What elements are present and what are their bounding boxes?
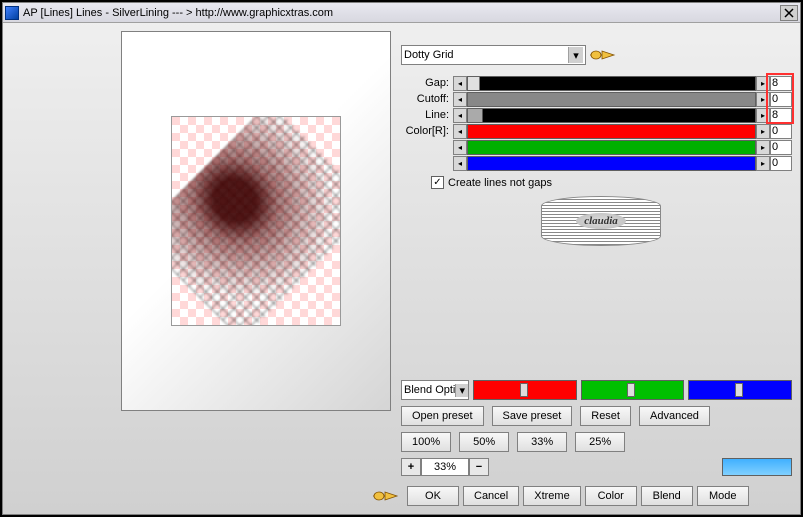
logo-text: claudia xyxy=(576,213,626,229)
highlight-box xyxy=(766,73,794,124)
colorr-increment[interactable]: ▸ xyxy=(756,124,770,139)
blend-option-dropdown[interactable]: Blend Opti ▾ xyxy=(401,380,469,400)
blend-button[interactable]: Blend xyxy=(641,486,693,506)
zoom-in-button[interactable]: + xyxy=(401,458,421,476)
color-button[interactable]: Color xyxy=(585,486,637,506)
zoom-25-button[interactable]: 25% xyxy=(575,432,625,452)
body: Dotty Grid ▾ Gap: ◂ ▸ 8 Cutoff: xyxy=(3,23,800,514)
colorr-decrement[interactable]: ◂ xyxy=(453,124,467,139)
create-lines-checkbox[interactable]: ✓ xyxy=(431,176,444,189)
zoom-50-button[interactable]: 50% xyxy=(459,432,509,452)
colorb-decrement[interactable]: ◂ xyxy=(453,156,467,171)
controls-panel: Dotty Grid ▾ Gap: ◂ ▸ 8 Cutoff: xyxy=(401,31,792,506)
colorr-label: Color[R]: xyxy=(401,125,453,137)
titlebar: AP [Lines] Lines - SilverLining --- > ht… xyxy=(3,3,800,23)
color-swatch[interactable] xyxy=(722,458,792,476)
open-preset-button[interactable]: Open preset xyxy=(401,406,484,426)
window-title: AP [Lines] Lines - SilverLining --- > ht… xyxy=(23,7,780,19)
cutoff-label: Cutoff: xyxy=(401,93,453,105)
pointer-icon xyxy=(371,486,399,506)
blend-option-value: Blend Opti xyxy=(404,384,455,396)
cutoff-decrement[interactable]: ◂ xyxy=(453,92,467,107)
colorg-slider[interactable] xyxy=(467,140,756,155)
reset-button[interactable]: Reset xyxy=(580,406,631,426)
colorg-value[interactable]: 0 xyxy=(770,140,792,155)
red-mix-slider[interactable] xyxy=(473,380,577,400)
gap-label: Gap: xyxy=(401,77,453,89)
create-lines-label: Create lines not gaps xyxy=(448,177,552,189)
colorb-increment[interactable]: ▸ xyxy=(756,156,770,171)
colorr-value[interactable]: 0 xyxy=(770,124,792,139)
cancel-button[interactable]: Cancel xyxy=(463,486,519,506)
line-label: Line: xyxy=(401,109,453,121)
ok-button[interactable]: OK xyxy=(407,486,459,506)
colorb-value[interactable]: 0 xyxy=(770,156,792,171)
advanced-button[interactable]: Advanced xyxy=(639,406,710,426)
app-window: AP [Lines] Lines - SilverLining --- > ht… xyxy=(2,2,801,515)
dropdown-value: Dotty Grid xyxy=(404,49,454,61)
chevron-down-icon: ▾ xyxy=(455,384,468,397)
claudia-logo: claudia xyxy=(541,196,661,246)
save-preset-button[interactable]: Save preset xyxy=(492,406,573,426)
gap-decrement[interactable]: ◂ xyxy=(453,76,467,91)
app-icon xyxy=(5,6,19,20)
chevron-down-icon: ▾ xyxy=(568,47,583,63)
colorg-increment[interactable]: ▸ xyxy=(756,140,770,155)
mode-button[interactable]: Mode xyxy=(697,486,749,506)
zoom-33-button[interactable]: 33% xyxy=(517,432,567,452)
zoom-out-button[interactable]: − xyxy=(469,458,489,476)
colorg-decrement[interactable]: ◂ xyxy=(453,140,467,155)
line-decrement[interactable]: ◂ xyxy=(453,108,467,123)
pointer-icon xyxy=(588,45,616,65)
colorb-slider[interactable] xyxy=(467,156,756,171)
zoom-100-button[interactable]: 100% xyxy=(401,432,451,452)
colorr-slider[interactable] xyxy=(467,124,756,139)
green-mix-slider[interactable] xyxy=(581,380,685,400)
gap-slider[interactable] xyxy=(467,76,756,91)
pattern-dropdown[interactable]: Dotty Grid ▾ xyxy=(401,45,586,65)
cutoff-slider[interactable] xyxy=(467,92,756,107)
xtreme-button[interactable]: Xtreme xyxy=(523,486,580,506)
blue-mix-slider[interactable] xyxy=(688,380,792,400)
zoom-value[interactable]: 33% xyxy=(421,458,469,476)
preview-panel xyxy=(121,31,391,411)
preview-image xyxy=(171,116,341,326)
close-button[interactable] xyxy=(780,5,798,21)
line-slider[interactable] xyxy=(467,108,756,123)
